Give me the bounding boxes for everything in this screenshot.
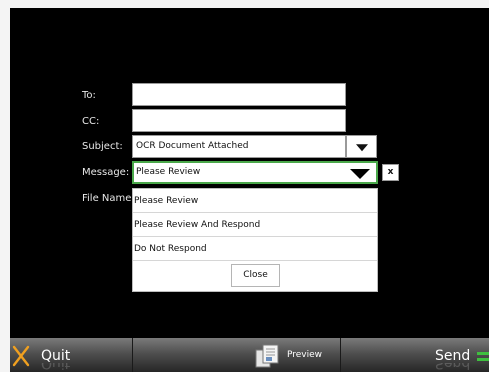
chevron-down-icon [355,143,368,151]
dropdown-option[interactable]: Please Review And Respond [133,213,377,237]
to-field[interactable] [132,83,346,106]
dropdown-option[interactable]: Please Review [133,189,377,213]
bottom-toolbar: Quit Quit Preview Send Send [10,338,489,372]
send-label-reflection: Send [435,363,471,371]
subject-label: Subject: [82,141,123,152]
quit-button[interactable]: Quit Quit [10,338,132,372]
send-label: Send [435,348,471,364]
filename-label: File Name: [82,193,135,204]
cc-field[interactable] [132,109,346,132]
subject-dropdown-button[interactable] [346,135,377,158]
dropdown-option[interactable]: Do Not Respond [133,237,377,261]
screen: To: CC: Subject: Message: File Name: OCR… [10,8,489,372]
cc-label: CC: [82,116,100,127]
message-value: Please Review [136,167,201,177]
message-label: Message: [82,167,130,178]
close-button[interactable]: Close [231,264,280,287]
quit-x-icon [12,345,30,367]
send-button[interactable]: Send Send [341,338,489,372]
quit-label: Quit [41,348,71,364]
preview-button[interactable]: Preview [133,338,340,372]
subject-field[interactable]: OCR Document Attached [132,135,346,158]
to-label: To: [82,90,96,101]
message-field[interactable]: Please Review [132,161,378,184]
clear-message-button[interactable]: x [382,164,399,181]
send-arrow-icon [477,352,489,361]
preview-label: Preview [287,350,323,360]
preview-document-icon [255,344,279,368]
message-dropdown-list: Please Review Please Review And Respond … [132,188,378,292]
chevron-down-icon [350,168,370,179]
quit-label-reflection: Quit [41,363,71,371]
